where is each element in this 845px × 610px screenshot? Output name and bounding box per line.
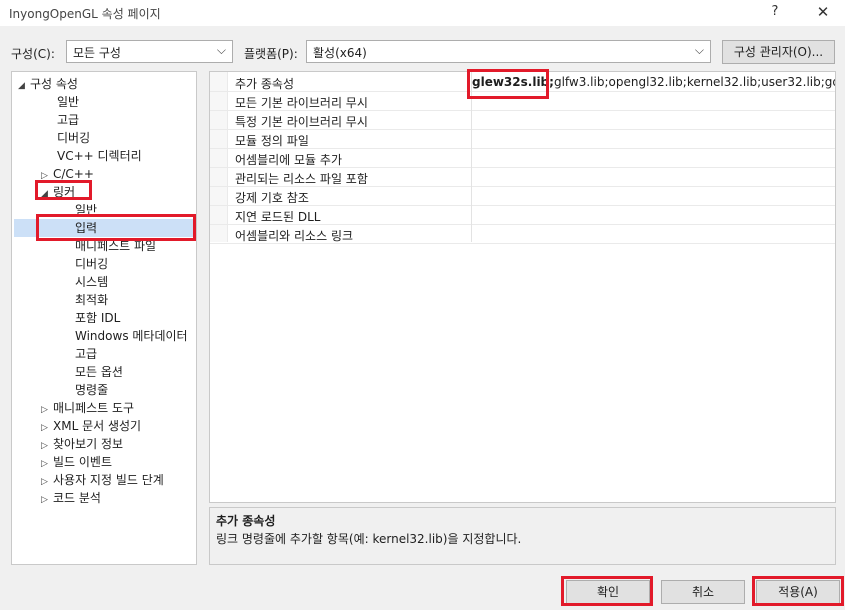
collapsed-arrow-icon[interactable]: ▷: [41, 491, 53, 509]
window-title: InyongOpenGL 속성 페이지: [9, 7, 161, 21]
tree-item-optimization[interactable]: 최적화: [75, 291, 108, 309]
tree-item-all-options[interactable]: 모든 옵션: [75, 363, 123, 381]
property-value-rest: glfw3.lib;opengl32.lib;kernel32.lib;user…: [553, 75, 835, 89]
property-value[interactable]: glew32s.lib;glfw3.lib;opengl32.lib;kerne…: [472, 75, 835, 89]
property-tree[interactable]: ◢ 구성 속성 일반 고급 디버깅 VC++ 디렉터리 ▷ C/C++ ◢ 링커 일반…: [11, 71, 197, 565]
tree-item-manifest-file[interactable]: 매니페스트 파일: [75, 237, 156, 255]
cancel-button[interactable]: 취소: [661, 580, 745, 604]
platform-value: 활성(x64): [313, 46, 367, 60]
configuration-dropdown[interactable]: 모든 구성 ⌵: [66, 40, 233, 63]
property-row[interactable]: 어셈블리에 모듈 추가: [210, 149, 835, 168]
chevron-down-icon: ⌵: [216, 43, 226, 57]
property-name: 추가 종속성: [235, 77, 295, 91]
tree-item-custom-build-step[interactable]: ▷ 사용자 지정 빌드 단계: [41, 471, 164, 489]
description-title: 추가 종속성: [216, 514, 276, 528]
configuration-value: 모든 구성: [73, 46, 121, 60]
tree-item-command-line[interactable]: 명령줄: [75, 381, 108, 399]
tree-item-code-analysis[interactable]: ▷ 코드 분석: [41, 489, 101, 507]
tree-item-linker-advanced[interactable]: 고급: [75, 345, 97, 363]
apply-button[interactable]: 적용(A): [756, 580, 840, 604]
tree-item-config-properties[interactable]: ◢ 구성 속성: [18, 75, 78, 93]
property-row[interactable]: 강제 기호 참조: [210, 187, 835, 206]
property-name: 특정 기본 라이브러리 무시: [235, 115, 368, 129]
expanded-arrow-icon[interactable]: ◢: [18, 77, 30, 95]
property-row-additional-dependencies[interactable]: 추가 종속성 glew32s.lib;glfw3.lib;opengl32.li…: [210, 73, 835, 92]
tree-item-general[interactable]: 일반: [57, 93, 79, 111]
tree-item-embedded-idl[interactable]: 포함 IDL: [75, 309, 120, 327]
help-button[interactable]: ?: [760, 1, 790, 23]
property-grid[interactable]: 추가 종속성 glew32s.lib;glfw3.lib;opengl32.li…: [209, 71, 836, 503]
tree-item-windows-metadata[interactable]: Windows 메타데이터: [75, 327, 188, 345]
property-name: 모든 기본 라이브러리 무시: [235, 96, 368, 110]
tree-item-debugging[interactable]: 디버깅: [57, 129, 90, 147]
title-bar: InyongOpenGL 속성 페이지 ? ✕: [0, 0, 845, 26]
tree-item-system[interactable]: 시스템: [75, 273, 108, 291]
tree-item-c-cpp[interactable]: ▷ C/C++: [41, 165, 94, 183]
tree-item-manifest-tool[interactable]: ▷ 매니페스트 도구: [41, 399, 134, 417]
close-button[interactable]: ✕: [808, 1, 838, 23]
tree-item-linker-debugging[interactable]: 디버깅: [75, 255, 108, 273]
tree-item-linker-general[interactable]: 일반: [75, 201, 97, 219]
property-value-first-lib: glew32s.lib;: [472, 75, 554, 89]
tree-item-linker[interactable]: ◢ 링커: [41, 183, 75, 201]
property-name: 지연 로드된 DLL: [235, 210, 321, 224]
configuration-manager-button[interactable]: 구성 관리자(O)...: [722, 40, 835, 64]
tree-item-linker-input[interactable]: 입력: [14, 219, 196, 237]
tree-item-xml-doc-generator[interactable]: ▷ XML 문서 생성기: [41, 417, 141, 435]
property-row[interactable]: 어셈블리와 리소스 링크: [210, 225, 835, 244]
tree-item-build-events[interactable]: ▷ 빌드 이벤트: [41, 453, 112, 471]
expanded-arrow-icon[interactable]: ◢: [41, 185, 53, 203]
description-panel: 추가 종속성 링크 명령줄에 추가할 항목(예: kernel32.lib)을 …: [209, 507, 836, 565]
platform-label: 플랫폼(P):: [244, 47, 298, 61]
property-name: 어셈블리에 모듈 추가: [235, 153, 342, 167]
column-separator[interactable]: [471, 72, 472, 242]
property-row[interactable]: 관리되는 리소스 파일 포함: [210, 168, 835, 187]
property-name: 모듈 정의 파일: [235, 134, 309, 148]
platform-dropdown[interactable]: 활성(x64) ⌵: [306, 40, 711, 63]
description-text: 링크 명령줄에 추가할 항목(예: kernel32.lib)을 지정합니다.: [216, 532, 522, 546]
property-name: 강제 기호 참조: [235, 191, 309, 205]
chevron-down-icon: ⌵: [694, 43, 704, 57]
tree-item-vc-directories[interactable]: VC++ 디렉터리: [57, 147, 142, 165]
configuration-label: 구성(C):: [11, 47, 55, 61]
property-row[interactable]: 모듈 정의 파일: [210, 130, 835, 149]
property-row[interactable]: 모든 기본 라이브러리 무시: [210, 92, 835, 111]
property-name: 어셈블리와 리소스 링크: [235, 229, 354, 243]
ok-button[interactable]: 확인: [566, 580, 650, 604]
tree-item-browse-information[interactable]: ▷ 찾아보기 정보: [41, 435, 123, 453]
property-name: 관리되는 리소스 파일 포함: [235, 172, 368, 186]
tree-item-advanced[interactable]: 고급: [57, 111, 79, 129]
property-row[interactable]: 지연 로드된 DLL: [210, 206, 835, 225]
property-row[interactable]: 특정 기본 라이브러리 무시: [210, 111, 835, 130]
